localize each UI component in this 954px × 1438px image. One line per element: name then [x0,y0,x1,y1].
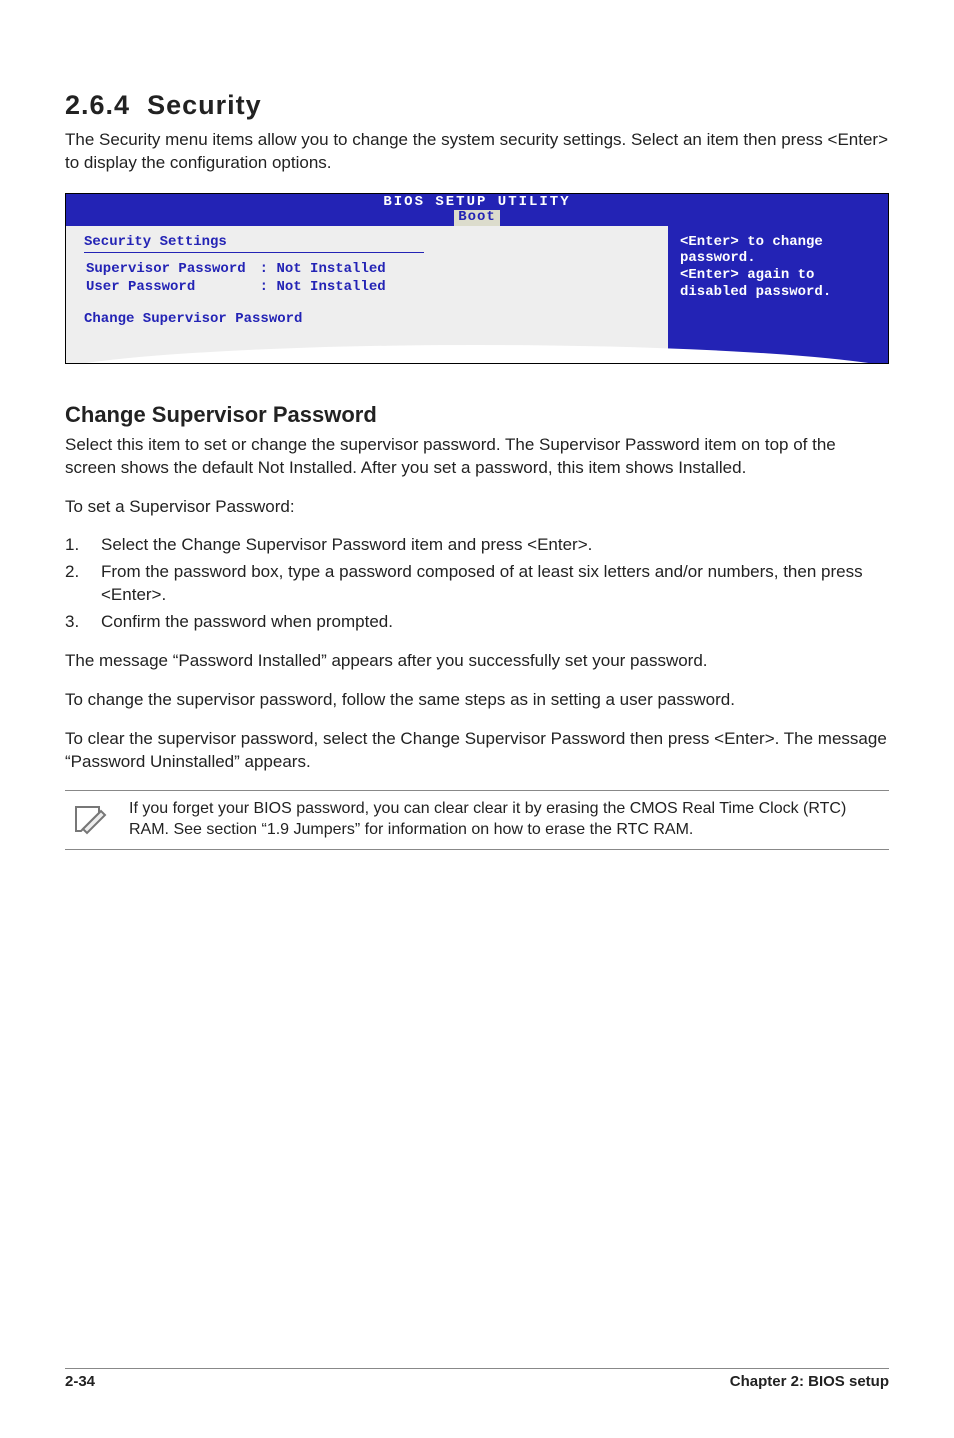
bios-screenshot: BIOS SETUP UTILITY Boot Security Setting… [65,193,889,364]
section-number: 2.6.4 [65,90,130,120]
paragraph: To set a Supervisor Password: [65,496,889,519]
bios-body: Security Settings Supervisor Password : … [66,226,888,363]
step-text: Confirm the password when prompted. [101,611,393,634]
paragraph: The message “Password Installed” appears… [65,650,889,673]
setting-value: : Not Installed [260,279,398,295]
section-title: Security [147,90,262,120]
page-number: 2-34 [65,1373,95,1390]
note-box: If you forget your BIOS password, you ca… [65,790,889,850]
intro-paragraph: The Security menu items allow you to cha… [65,129,889,175]
subsection-heading: Change Supervisor Password [65,402,889,428]
bios-panel-heading: Security Settings [84,234,650,250]
bios-tab: Boot [454,210,500,225]
step-number: 2. [65,561,101,607]
bios-divider [84,252,424,253]
list-item: 3.Confirm the password when prompted. [65,611,889,634]
paragraph: To clear the supervisor password, select… [65,728,889,774]
bios-title: BIOS SETUP UTILITY [66,195,888,210]
steps-list: 1.Select the Change Supervisor Password … [65,534,889,634]
bios-left-panel: Security Settings Supervisor Password : … [66,226,668,363]
step-text: Select the Change Supervisor Password it… [101,534,592,557]
table-row: Supervisor Password : Not Installed [86,261,398,277]
bios-change-item: Change Supervisor Password [84,311,650,327]
step-number: 3. [65,611,101,634]
table-row: User Password : Not Installed [86,279,398,295]
setting-label: User Password [86,279,258,295]
list-item: 2.From the password box, type a password… [65,561,889,607]
pencil-note-icon [71,799,111,839]
section-heading: 2.6.4 Security [65,90,889,121]
note-text: If you forget your BIOS password, you ca… [129,799,883,841]
bios-help-text: <Enter> to change password. <Enter> agai… [680,234,878,301]
chapter-label: Chapter 2: BIOS setup [730,1373,889,1390]
page-footer: 2-34 Chapter 2: BIOS setup [65,1368,889,1390]
bios-help-panel: <Enter> to change password. <Enter> agai… [668,226,888,363]
bios-settings-table: Supervisor Password : Not Installed User… [84,259,400,297]
setting-label: Supervisor Password [86,261,258,277]
step-text: From the password box, type a password c… [101,561,889,607]
paragraph: To change the supervisor password, follo… [65,689,889,712]
list-item: 1.Select the Change Supervisor Password … [65,534,889,557]
paragraph: Select this item to set or change the su… [65,434,889,480]
bios-header: BIOS SETUP UTILITY Boot [66,194,888,226]
step-number: 1. [65,534,101,557]
setting-value: : Not Installed [260,261,398,277]
